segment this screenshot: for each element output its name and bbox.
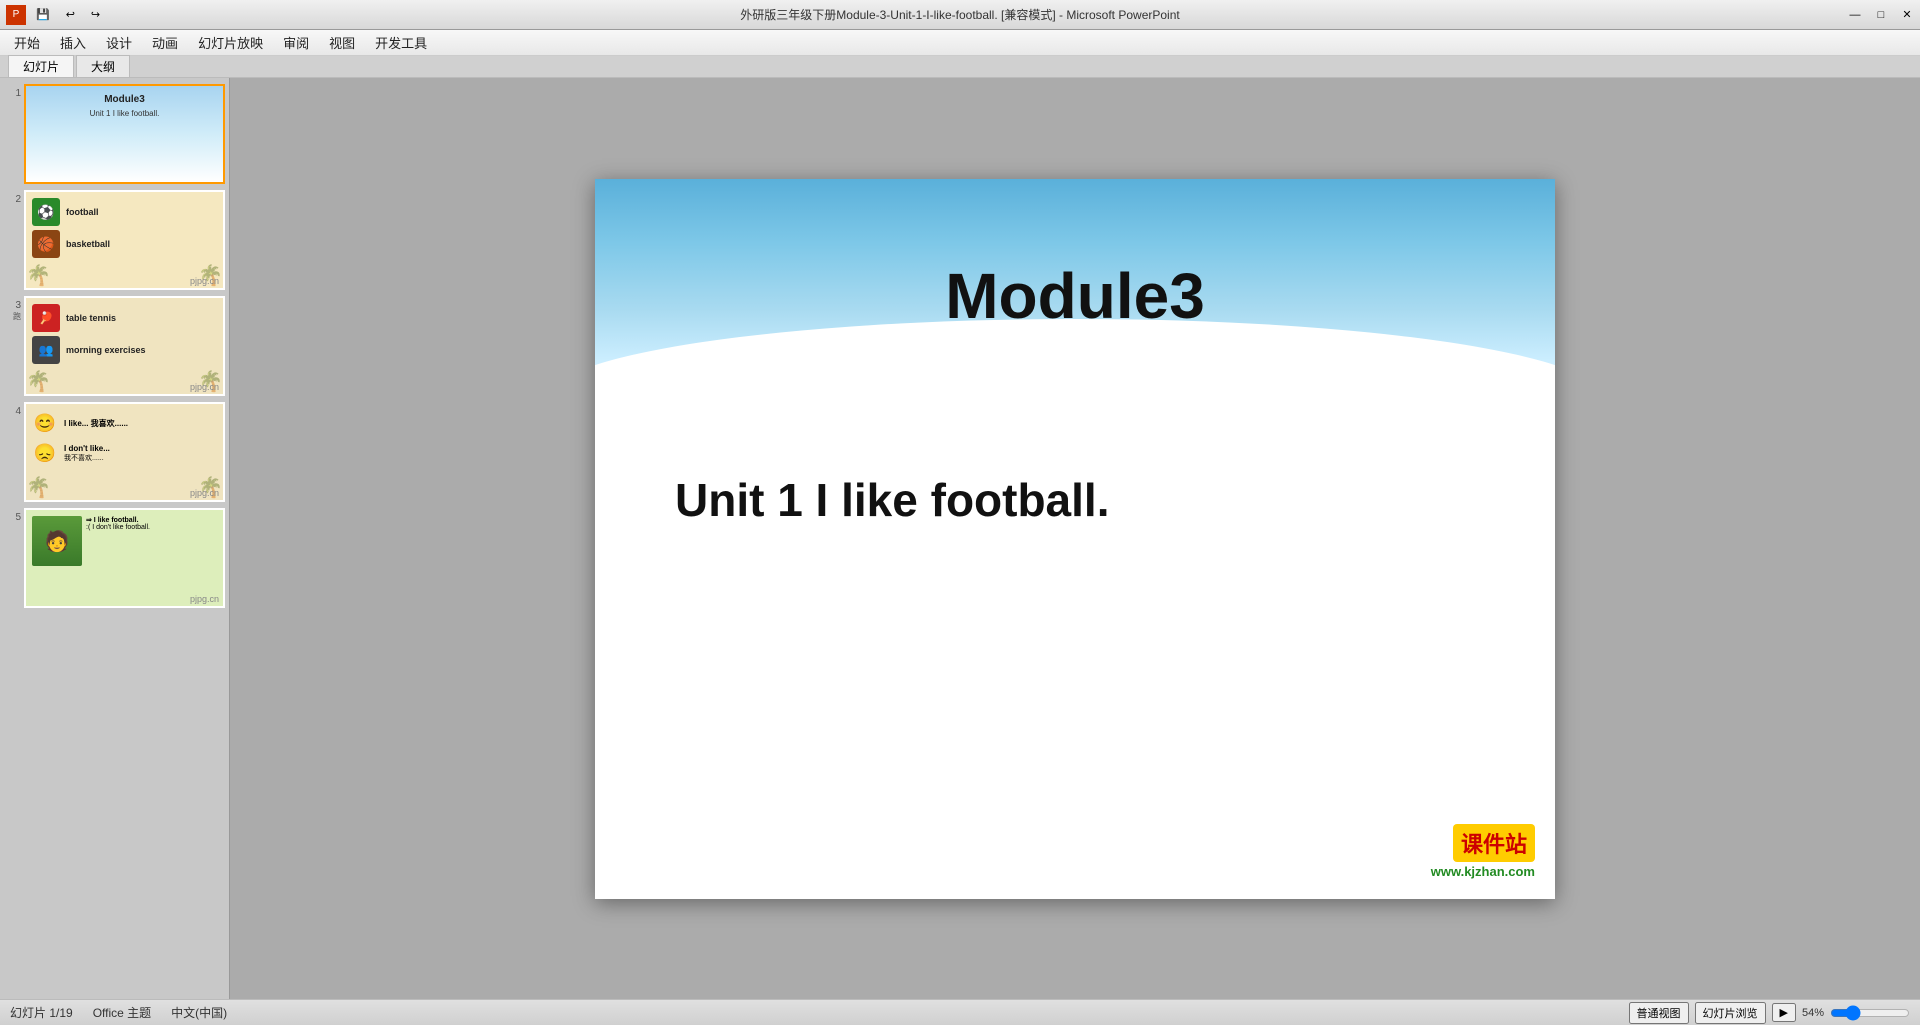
slide-content: Module3 Unit 1 I like football. (595, 179, 1555, 899)
palm-left-3: 🌴 (26, 369, 51, 394)
tab-slides[interactable]: 幻灯片 (8, 55, 74, 77)
slide5-image: 🧑 (32, 516, 82, 566)
slide-sorter-button[interactable]: 幻灯片浏览 (1695, 1002, 1766, 1024)
exercises-icon: 👥 (32, 336, 60, 364)
football-icon: ⚽ (32, 198, 60, 226)
slide-thumb-2[interactable]: 2 ⚽ football 🏀 basketball 🌴 🌴 pjpg.cn (4, 190, 225, 290)
kjzhan-badge-4: pjpg.cn (190, 488, 219, 498)
slide1-title: Module3 (34, 94, 215, 105)
slide-preview-5[interactable]: 🧑 ⇒ I like football. :( I don't like foo… (24, 508, 225, 608)
basketball-icon: 🏀 (32, 230, 60, 258)
slideshow-button[interactable]: ▶ (1772, 1003, 1796, 1022)
main-area: 1 Module3 Unit 1 I like football. 2 ⚽ fo… (0, 78, 1920, 999)
normal-view-button[interactable]: 普通视图 (1629, 1002, 1689, 1024)
menu-slideshow[interactable]: 幻灯片放映 (188, 30, 273, 55)
slide2-football-item: ⚽ football (32, 198, 217, 226)
menu-dev[interactable]: 开发工具 (365, 30, 437, 55)
slide-thumb-4[interactable]: 4 😊 I like... 我喜欢...... 😞 I don't like..… (4, 402, 225, 502)
theme-info: Office 主题 (93, 1004, 151, 1021)
menu-start[interactable]: 开始 (4, 30, 50, 55)
tennis-label: table tennis (66, 313, 116, 323)
slide3-tennis-item: 🏓 table tennis (32, 304, 217, 332)
menu-review[interactable]: 审阅 (273, 30, 319, 55)
slide-number-2: 2 (4, 190, 24, 290)
watermark: 课件站 www.kjzhan.com (1431, 824, 1535, 879)
language-info: 中文(中国) (171, 1004, 227, 1021)
like-label-en: I like... 我喜欢...... (64, 418, 128, 429)
window-controls: — □ ✕ (1842, 5, 1920, 25)
tab-outline[interactable]: 大纲 (76, 55, 130, 77)
sad-face: 😞 (32, 440, 58, 466)
football-label: football (66, 207, 99, 217)
app-icon: P (6, 5, 26, 25)
title-bar: P 💾 ↩ ↪ 外研版三年级下册Module-3-Unit-1-I-like-f… (0, 0, 1920, 30)
quick-undo-button[interactable]: ↩ (60, 5, 81, 24)
window-title: 外研版三年级下册Module-3-Unit-1-I-like-football.… (740, 6, 1179, 23)
menu-view[interactable]: 视图 (319, 30, 365, 55)
watermark-top: 课件站 (1453, 824, 1535, 862)
slide3-exercises-item: 👥 morning exercises (32, 336, 217, 364)
slide-preview-3[interactable]: 🏓 table tennis 👥 morning exercises 🌴 🌴 p… (24, 296, 225, 396)
slide-count: 幻灯片 1/19 (10, 1004, 73, 1021)
watermark-bottom: www.kjzhan.com (1431, 864, 1535, 879)
slide4-like-item: 😊 I like... 我喜欢...... (32, 410, 217, 436)
slide-number-1: 1 (4, 84, 24, 184)
slide-thumb-3[interactable]: 3跑 🏓 table tennis 👥 morning exercises 🌴 … (4, 296, 225, 396)
kjzhan-badge-2: pjpg.cn (190, 276, 219, 286)
kjzhan-badge-3: pjpg.cn (190, 382, 219, 392)
zoom-slider[interactable] (1830, 1005, 1910, 1021)
slide-thumb-1[interactable]: 1 Module3 Unit 1 I like football. (4, 84, 225, 184)
menu-animation[interactable]: 动画 (142, 30, 188, 55)
zoom-level: 54% (1802, 1007, 1824, 1019)
palm-left: 🌴 (26, 263, 51, 288)
kjzhan-badge-5: pjpg.cn (190, 594, 219, 604)
slide-number-5: 5 (4, 508, 24, 608)
exercises-label: morning exercises (66, 345, 146, 355)
minimize-button[interactable]: — (1842, 5, 1868, 25)
quick-save-button[interactable]: 💾 (30, 5, 56, 24)
slide-main-title: Module3 (655, 259, 1495, 333)
slide-canvas[interactable]: Module3 Unit 1 I like football. 课件站 www.… (595, 179, 1555, 899)
slide1-subtitle: Unit 1 I like football. (34, 109, 215, 118)
slide-preview-2[interactable]: ⚽ football 🏀 basketball 🌴 🌴 pjpg.cn (24, 190, 225, 290)
canvas-area: Module3 Unit 1 I like football. 课件站 www.… (230, 78, 1920, 999)
happy-face: 😊 (32, 410, 58, 436)
menu-design[interactable]: 设计 (96, 30, 142, 55)
slide-number-3: 3跑 (4, 296, 24, 396)
palm-left-4: 🌴 (26, 475, 51, 500)
panel-tabs: 幻灯片 大纲 (0, 56, 1920, 78)
slide5-text: ⇒ I like football. :( I don't like footb… (86, 516, 150, 600)
menu-insert[interactable]: 插入 (50, 30, 96, 55)
menu-bar: 开始 插入 设计 动画 幻灯片放映 审阅 视图 开发工具 (0, 30, 1920, 56)
quick-redo-button[interactable]: ↪ (85, 5, 106, 24)
dontlike-label-en: I don't like... (64, 444, 110, 453)
slide-subtitle: Unit 1 I like football. (655, 473, 1495, 527)
slide-preview-1[interactable]: Module3 Unit 1 I like football. (24, 84, 225, 184)
slide-panel[interactable]: 1 Module3 Unit 1 I like football. 2 ⚽ fo… (0, 78, 230, 999)
slide-number-4: 4 (4, 402, 24, 502)
title-bar-left: P 💾 ↩ ↪ (0, 5, 106, 25)
slide-thumb-5[interactable]: 5 🧑 ⇒ I like football. :( I don't like f… (4, 508, 225, 608)
maximize-button[interactable]: □ (1868, 5, 1894, 25)
slide2-basketball-item: 🏀 basketball (32, 230, 217, 258)
close-button[interactable]: ✕ (1894, 5, 1920, 25)
basketball-label: basketball (66, 239, 110, 249)
dontlike-label-cn: 我不喜欢...... (64, 453, 110, 463)
slide4-dontlike-item: 😞 I don't like... 我不喜欢...... (32, 440, 217, 466)
tennis-icon: 🏓 (32, 304, 60, 332)
slide-preview-4[interactable]: 😊 I like... 我喜欢...... 😞 I don't like... … (24, 402, 225, 502)
status-bar: 幻灯片 1/19 Office 主题 中文(中国) 普通视图 幻灯片浏览 ▶ 5… (0, 999, 1920, 1025)
